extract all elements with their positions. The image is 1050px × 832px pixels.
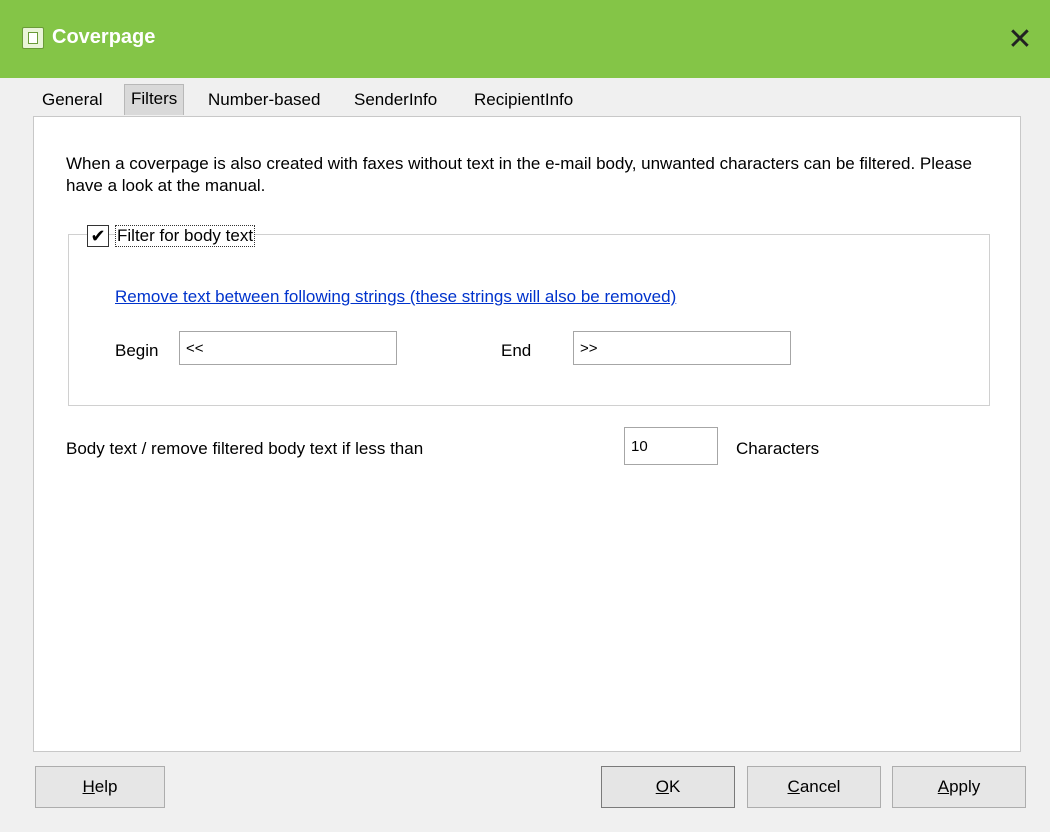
min-chars-input[interactable]: [624, 427, 718, 465]
title-bar: Coverpage ✕: [0, 0, 1050, 78]
cancel-button[interactable]: Cancel: [747, 766, 881, 808]
tab-general[interactable]: General: [36, 86, 108, 114]
ok-accel: O: [655, 777, 669, 796]
body-filter-group: ✔ Filter for body text Remove text betwe…: [68, 225, 990, 406]
remove-text-link[interactable]: Remove text between following strings (t…: [115, 287, 676, 307]
apply-button[interactable]: Apply: [892, 766, 1026, 808]
app-icon: [22, 27, 44, 49]
filter-body-checkbox[interactable]: ✔: [87, 225, 109, 247]
help-accel: H: [82, 777, 95, 796]
close-button[interactable]: ✕: [990, 0, 1050, 78]
ok-label-rest: K: [668, 777, 681, 796]
filters-description: When a coverpage is also created with fa…: [66, 154, 972, 195]
tab-senderinfo[interactable]: SenderInfo: [348, 86, 443, 114]
tab-recipientinfo[interactable]: RecipientInfo: [468, 86, 579, 114]
characters-label: Characters: [736, 439, 820, 458]
tab-filters[interactable]: Filters: [124, 84, 185, 115]
min-body-label: Body text / remove filtered body text if…: [66, 439, 424, 458]
begin-label: Begin: [115, 341, 159, 360]
cancel-label-rest: ancel: [799, 777, 841, 796]
cancel-accel: C: [787, 777, 800, 796]
end-input[interactable]: [573, 331, 791, 365]
filters-panel: When a coverpage is also created with fa…: [33, 116, 1021, 752]
apply-accel: A: [937, 777, 950, 796]
help-button[interactable]: Help: [35, 766, 165, 808]
ok-button[interactable]: OK: [601, 766, 735, 808]
end-label: End: [501, 341, 532, 360]
help-label-rest: elp: [94, 777, 118, 796]
apply-label-rest: pply: [949, 777, 981, 796]
tab-number-based[interactable]: Number-based: [202, 86, 326, 114]
filter-body-label[interactable]: Filter for body text: [115, 225, 256, 247]
window-title: Coverpage: [52, 26, 156, 48]
begin-input[interactable]: [179, 331, 397, 365]
